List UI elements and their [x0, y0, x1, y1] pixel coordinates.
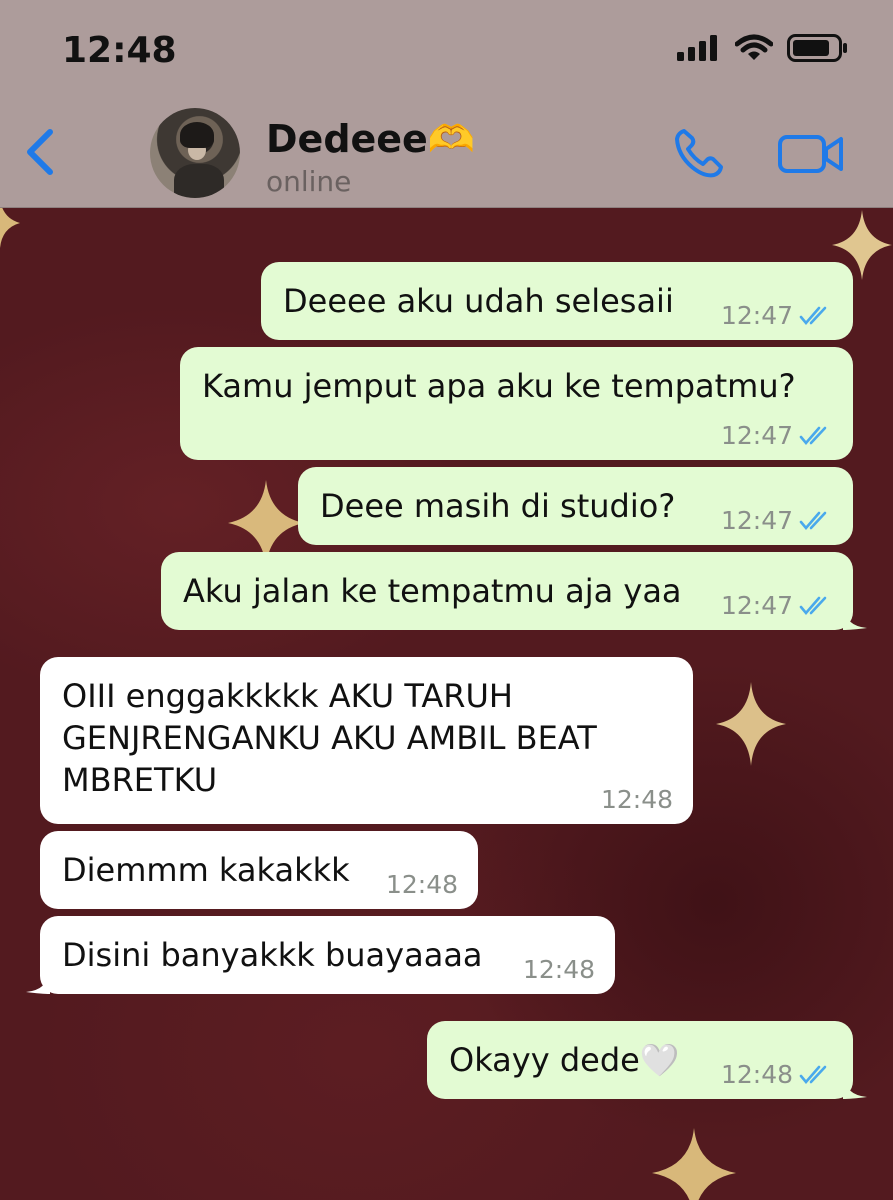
message-meta: 12:48	[386, 870, 458, 899]
status-icons	[677, 34, 849, 62]
double-check-icon	[799, 511, 827, 530]
contact-status: online	[266, 165, 352, 198]
message-time: 12:48	[720, 1060, 793, 1089]
avatar[interactable]	[150, 108, 240, 198]
message-text: Kamu jemput apa aku ke tempatmu?	[202, 367, 796, 405]
status-time: 12:48	[62, 30, 177, 71]
video-camera-icon[interactable]	[778, 133, 844, 175]
message-text-line: OIII enggakkkkk AKU TARUH	[62, 677, 513, 715]
message-bubble-outgoing[interactable]: Kamu jemput apa aku ke tempatmu? 12:47	[180, 347, 853, 460]
contact-name[interactable]: Dedeee🫶	[266, 117, 475, 162]
wifi-icon	[735, 34, 773, 60]
message-time: 12:48	[385, 870, 458, 899]
message-meta: 12:48	[721, 1060, 833, 1089]
message-time: 12:48	[600, 785, 673, 814]
double-check-icon	[799, 306, 827, 325]
message-text: Aku jalan ke tempatmu aja yaa	[183, 572, 682, 610]
message-meta: 12:47	[721, 421, 833, 450]
sparkle-icon	[0, 208, 20, 248]
message-bubble-incoming[interactable]: Disini banyakkk buayaaaa 12:48	[26, 916, 615, 994]
message-meta: 12:47	[721, 506, 833, 535]
message-bubble-outgoing[interactable]: Deeee aku udah selesaii 12:47	[261, 262, 853, 340]
bubble-tail	[843, 1075, 867, 1099]
message-text: Deeee aku udah selesaii	[283, 282, 674, 320]
message-time: 12:47	[720, 591, 793, 620]
sparkle-icon	[652, 1128, 736, 1200]
message-meta: 12:48	[601, 785, 673, 814]
message-time: 12:47	[720, 301, 793, 330]
message-text: Deee masih di studio?	[320, 487, 676, 525]
message-time: 12:47	[720, 506, 793, 535]
double-check-icon	[799, 426, 827, 445]
message-text: Okayy dede🤍	[449, 1041, 680, 1079]
battery-icon	[787, 34, 847, 62]
bubble-tail	[26, 970, 50, 994]
status-bar: 12:48	[0, 0, 893, 95]
chat-area[interactable]: Deeee aku udah selesaii 12:47 Kamu jempu…	[0, 208, 893, 1200]
message-bubble-outgoing[interactable]: Okayy dede🤍 12:48	[427, 1021, 867, 1099]
message-meta: 12:47	[721, 301, 833, 330]
message-time: 12:48	[522, 955, 595, 984]
message-bubble-incoming[interactable]: OIII enggakkkkk AKU TARUH GENJRENGANKU A…	[40, 657, 693, 824]
message-text: OIII enggakkkkk AKU TARUH GENJRENGANKU A…	[62, 675, 597, 801]
sparkle-icon	[716, 682, 786, 766]
message-text: Disini banyakkk buayaaaa	[62, 936, 483, 974]
message-text: Diemmm kakakkk	[62, 851, 350, 889]
message-text-line: MBRETKU	[62, 761, 218, 799]
message-bubble-outgoing[interactable]: Deee masih di studio? 12:47	[298, 467, 853, 545]
bubble-tail	[843, 606, 867, 630]
message-meta: 12:47	[721, 591, 833, 620]
message-text-line: GENJRENGANKU AKU AMBIL BEAT	[62, 719, 597, 757]
signal-icon	[677, 35, 717, 61]
phone-icon[interactable]	[672, 127, 724, 179]
message-bubble-incoming[interactable]: Diemmm kakakkk 12:48	[40, 831, 478, 909]
double-check-icon	[799, 1065, 827, 1084]
back-chevron-icon[interactable]	[22, 128, 58, 176]
message-time: 12:47	[720, 421, 793, 450]
chat-header: Dedeee🫶 online	[0, 95, 893, 208]
double-check-icon	[799, 596, 827, 615]
message-meta: 12:48	[523, 955, 595, 984]
message-bubble-outgoing[interactable]: Aku jalan ke tempatmu aja yaa 12:47	[161, 552, 867, 630]
